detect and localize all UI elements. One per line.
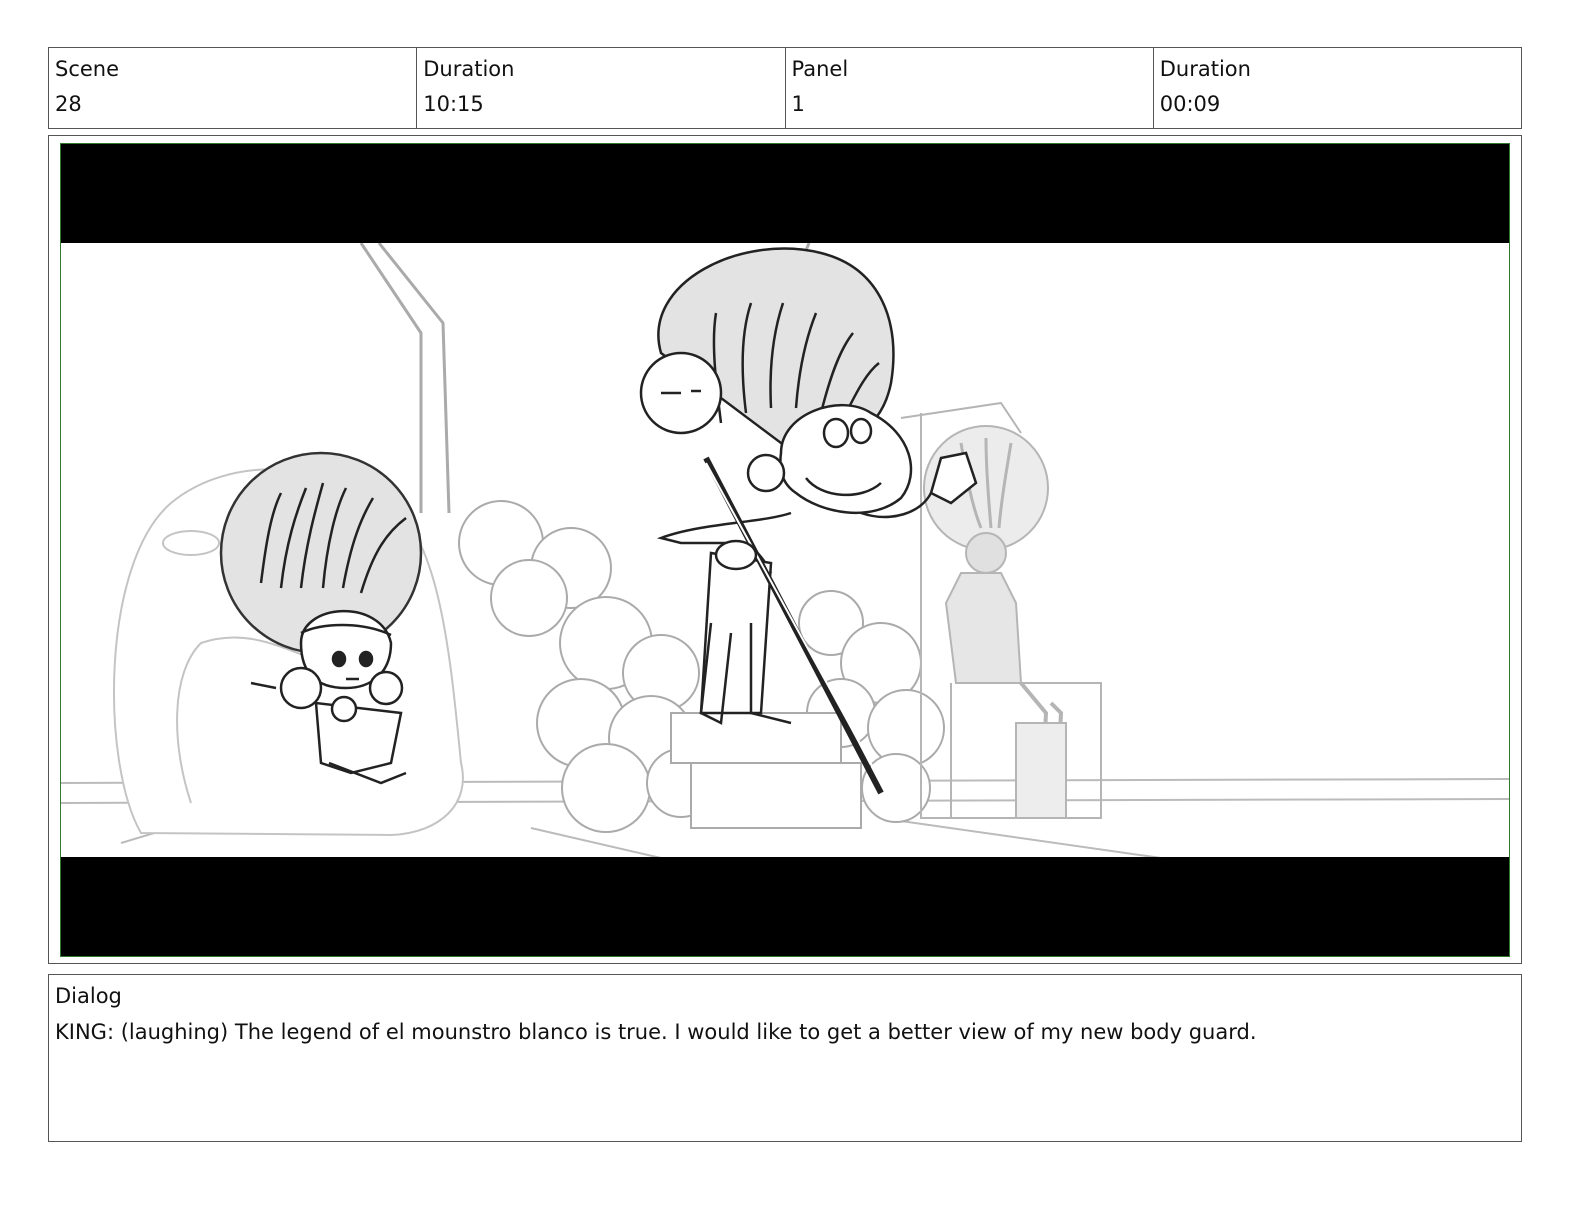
storyboard-sketch	[61, 243, 1509, 858]
panel-duration-label: Duration	[1159, 57, 1251, 81]
throne-steps	[670, 712, 862, 829]
storyboard-header: Scene 28 Duration 10:15 Panel 1 Duration…	[48, 47, 1522, 129]
panel-image	[60, 143, 1510, 957]
scene-label: Scene	[55, 57, 120, 81]
letterbox-top	[61, 144, 1509, 243]
panel-label: Panel	[791, 57, 849, 81]
panel-duration-cell: Duration 00:09	[1154, 48, 1521, 128]
panel-duration-value: 00:09	[1159, 92, 1221, 116]
scene-duration-cell: Duration 10:15	[417, 48, 786, 128]
scene-duration-value: 10:15	[423, 92, 484, 116]
scene-value: 28	[55, 92, 82, 116]
scene-cell: Scene 28	[49, 48, 418, 128]
panel-frame	[48, 135, 1522, 964]
panel-cell: Panel 1	[786, 48, 1154, 128]
dialog-text: KING: (laughing) The legend of el mounst…	[55, 1020, 1257, 1044]
letterbox-bottom	[61, 857, 1509, 956]
dialog-box: Dialog KING: (laughing) The legend of el…	[48, 974, 1522, 1142]
scene-duration-label: Duration	[423, 57, 515, 81]
panel-value: 1	[791, 92, 805, 116]
dialog-label: Dialog	[55, 984, 122, 1008]
